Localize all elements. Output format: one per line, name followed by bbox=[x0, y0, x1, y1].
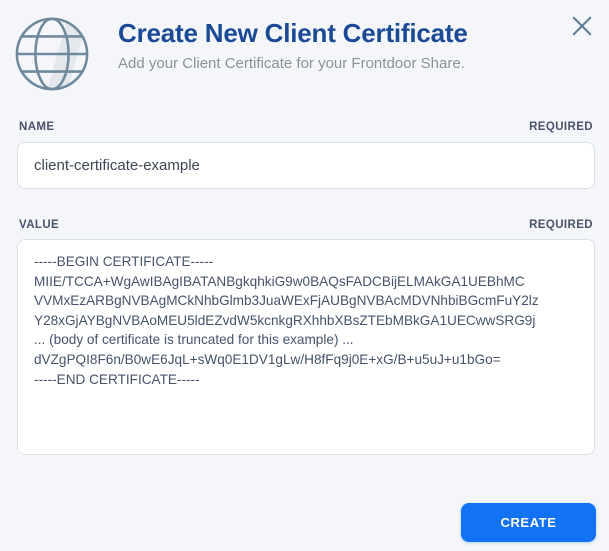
name-label-row: NAME REQUIRED bbox=[17, 121, 595, 133]
close-button[interactable] bbox=[569, 13, 595, 39]
close-icon bbox=[571, 15, 593, 37]
name-required-badge: REQUIRED bbox=[529, 121, 593, 133]
create-button[interactable]: CREATE bbox=[461, 503, 596, 542]
certificate-form: NAME REQUIRED VALUE REQUIRED -----BEGIN … bbox=[0, 121, 609, 455]
name-label: NAME bbox=[19, 121, 55, 133]
value-label: VALUE bbox=[19, 219, 60, 231]
name-input[interactable] bbox=[17, 142, 595, 189]
page: { "modal": { "title": "Create New Client… bbox=[0, 0, 609, 551]
value-required-badge: REQUIRED bbox=[529, 219, 593, 231]
modal-title: Create New Client Certificate bbox=[118, 18, 468, 48]
value-textarea[interactable]: -----BEGIN CERTIFICATE----- MIIE/TCCA+Wg… bbox=[17, 239, 595, 455]
value-label-row: VALUE REQUIRED bbox=[17, 219, 595, 231]
globe-icon bbox=[13, 15, 91, 93]
modal-header-text: Create New Client Certificate Add your C… bbox=[118, 15, 569, 72]
modal-footer: CREATE bbox=[461, 503, 596, 542]
modal-header: Create New Client Certificate Add your C… bbox=[0, 0, 609, 93]
modal-subtitle: Add your Client Certificate for your Fro… bbox=[118, 54, 465, 72]
create-client-certificate-modal: Create New Client Certificate Add your C… bbox=[0, 0, 609, 551]
